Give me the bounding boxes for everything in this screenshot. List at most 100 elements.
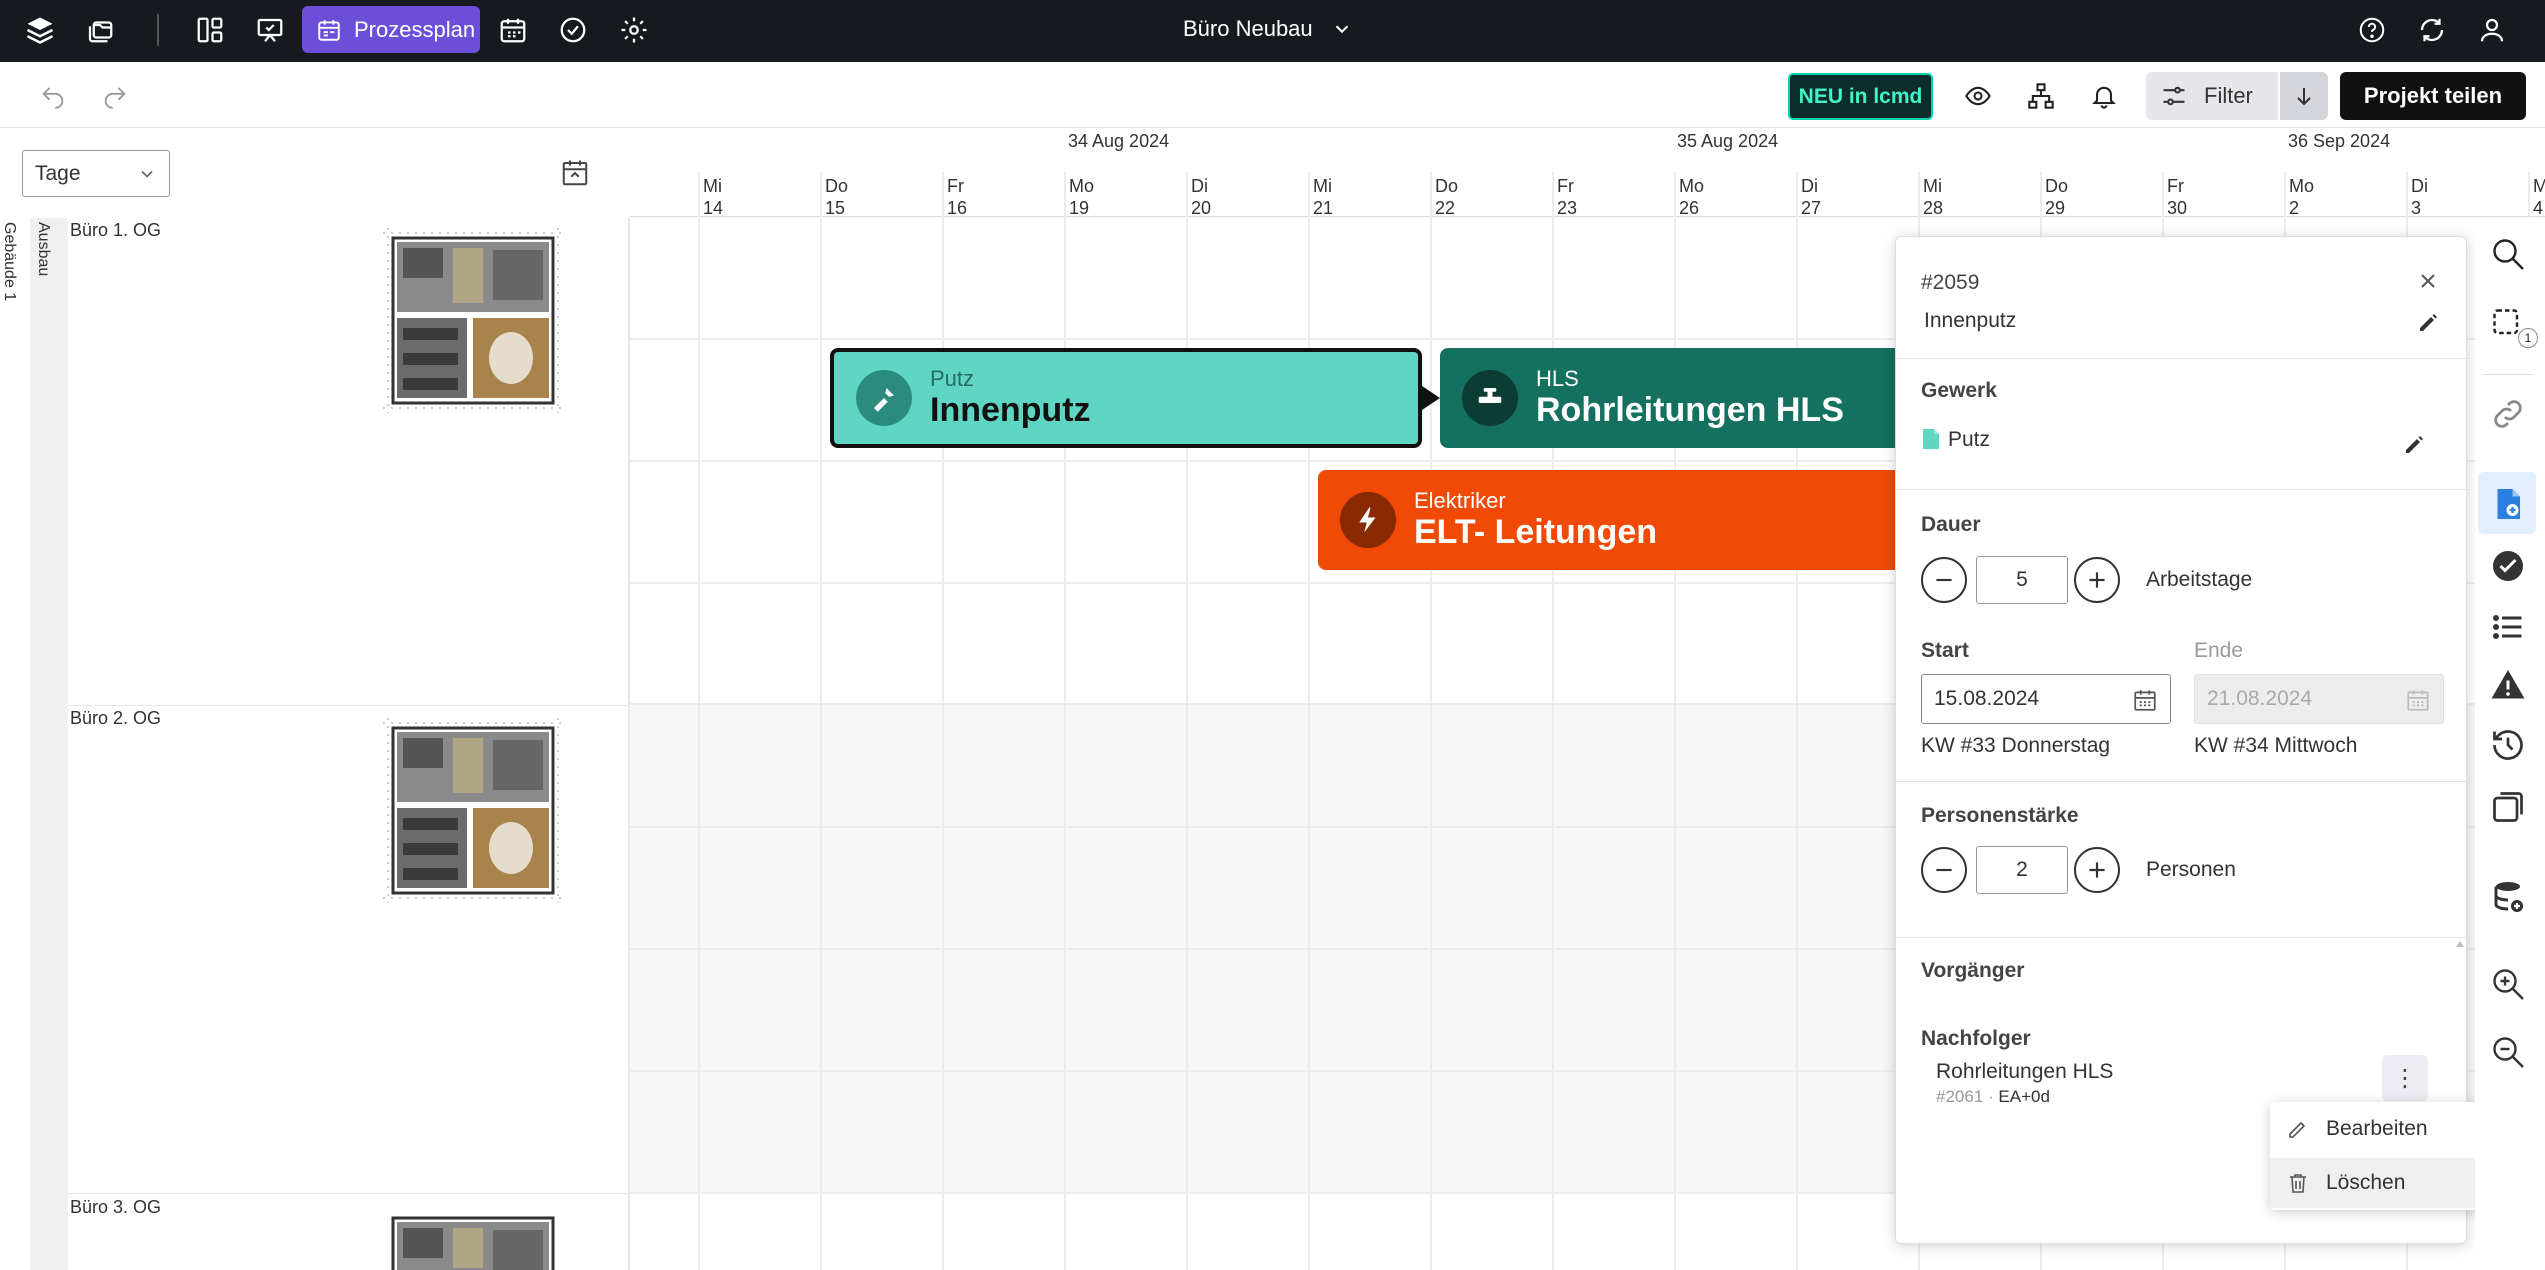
dependency-arrow [1422,386,1440,410]
calendar-today-icon[interactable] [560,158,590,188]
start-date-input[interactable]: 15.08.2024 [1921,674,2171,724]
close-icon[interactable] [2416,269,2440,293]
selection-icon[interactable]: 1 [2486,302,2538,348]
vorgaenger-heading: Vorgänger [1921,959,2025,982]
time-unit-select[interactable]: Tage [22,150,170,197]
task-trade: Elektriker [1414,488,1506,513]
end-date-value: 21.08.2024 [2207,687,2313,710]
top-bar: Prozessplan Büro Neubau [0,0,2545,62]
row-divider [68,705,630,706]
header-divider [630,216,2545,217]
dashboard-icon[interactable] [190,10,230,50]
dauer-decrement-button[interactable] [1921,557,1967,603]
undo-icon[interactable] [35,77,71,113]
share-project-button[interactable]: Projekt teilen [2340,72,2526,120]
end-date-input: 21.08.2024 [2194,674,2444,724]
personen-decrement-button[interactable] [1921,847,1967,893]
task-card-innenputz[interactable]: Putz Innenputz [830,348,1422,448]
settings-gear-icon[interactable] [614,10,654,50]
valve-icon [1462,370,1518,426]
check-circle-icon[interactable] [553,10,593,50]
task-trade: Putz [930,366,975,391]
day-header: Di 20 [1191,176,1212,218]
task-id: #2059 [1921,271,1980,294]
add-database-icon[interactable] [2486,875,2530,919]
dauer-increment-button[interactable] [2074,557,2120,603]
redo-icon[interactable] [97,77,133,113]
day-header: Do 29 [2045,176,2069,218]
pencil-icon [2289,1121,2306,1138]
search-icon[interactable] [2486,232,2530,276]
edit-pencil-icon[interactable] [2416,311,2440,335]
layers-stack-icon[interactable] [2486,785,2530,829]
personen-increment-button[interactable] [2074,847,2120,893]
chevron-down-icon [1335,25,1348,34]
day-header: Mi 14 [703,176,724,218]
help-icon[interactable] [2352,10,2392,50]
sliders-icon [2163,86,2185,106]
day-header: Do 22 [1435,176,1459,218]
plus-icon [2089,572,2105,588]
day-header: Fr 23 [1557,176,1578,218]
check-done-icon[interactable] [2486,544,2530,588]
gewerk-heading: Gewerk [1921,379,1997,402]
selection-count-badge: 1 [2518,328,2538,348]
minus-icon [1936,578,1952,582]
warning-icon[interactable] [2486,663,2530,707]
neu-badge-button[interactable]: NEU in lcmd [1788,73,1933,120]
scroll-up-arrow-icon[interactable] [2456,940,2464,948]
calendar-icon[interactable] [2132,687,2158,713]
filter-label: Filter [2204,83,2253,108]
day-header: Mi 28 [1923,176,1944,218]
floor-plan-thumbnail[interactable] [383,1208,563,1270]
building-label: Gebäude 1 [1,222,18,302]
floor-plan-thumbnail[interactable] [383,228,563,413]
zoom-in-icon[interactable] [2486,962,2530,1006]
task-title: Innenputz [930,391,1091,429]
calendar-icon [2407,690,2429,711]
day-header: Fr 30 [2167,176,2188,218]
nachfolger-relation: EA+0d [1998,1087,2050,1106]
dauer-heading: Dauer [1921,513,1981,536]
files-icon[interactable] [80,10,120,50]
day-header: Mo 2 [2289,176,2315,218]
plus-icon [2089,862,2105,878]
nachfolger-task-name[interactable]: Rohrleitungen HLS [1936,1060,2113,1084]
bell-icon[interactable] [2086,78,2122,114]
history-icon[interactable] [2486,723,2530,767]
day-header: Mo 26 [1679,176,1705,218]
presentation-icon[interactable] [250,10,290,50]
task-detail-panel: #2059 Innenputz Gewerk Putz Dauer 5 Arbe… [1895,236,2468,1244]
zoom-out-icon[interactable] [2486,1030,2530,1074]
electric-icon [1340,492,1396,548]
layers-logo-icon[interactable] [20,10,60,50]
calendar-icon [318,19,340,41]
filter-button[interactable]: Filter [2146,72,2278,120]
task-title-field[interactable]: Innenputz [1924,309,2016,333]
document-link-icon[interactable] [2486,482,2530,526]
dauer-input[interactable]: 5 [1976,556,2068,604]
row-label-buero-2-og: Büro 2. OG [70,708,162,728]
dauer-unit: Arbeitstage [2146,568,2253,591]
list-icon[interactable] [2486,605,2530,649]
link-icon[interactable] [2486,392,2530,436]
calendar-grid-icon[interactable] [493,10,533,50]
toolbar-divider [2483,374,2533,375]
month-label: 35 Aug 2024 [1677,131,1779,151]
user-icon[interactable] [2472,10,2512,50]
day-header: Mo 19 [1069,176,1095,218]
gewerk-value[interactable]: Putz [1948,428,1990,452]
project-selector[interactable]: Büro Neubau [1183,16,1353,42]
more-options-button[interactable]: ⋮ [2382,1055,2428,1101]
filter-dropdown-button[interactable] [2280,72,2328,120]
floor-plan-thumbnail[interactable] [383,718,563,903]
edit-pencil-icon[interactable] [2402,433,2426,457]
eye-icon[interactable] [1960,78,1996,114]
personen-unit: Personen [2146,858,2236,881]
month-label: 34 Aug 2024 [1068,131,1170,151]
hierarchy-icon[interactable] [2023,78,2059,114]
sync-icon[interactable] [2412,10,2452,50]
personen-input[interactable]: 2 [1976,846,2068,894]
section-column [30,218,68,1270]
tab-prozessplan[interactable]: Prozessplan [302,6,480,53]
